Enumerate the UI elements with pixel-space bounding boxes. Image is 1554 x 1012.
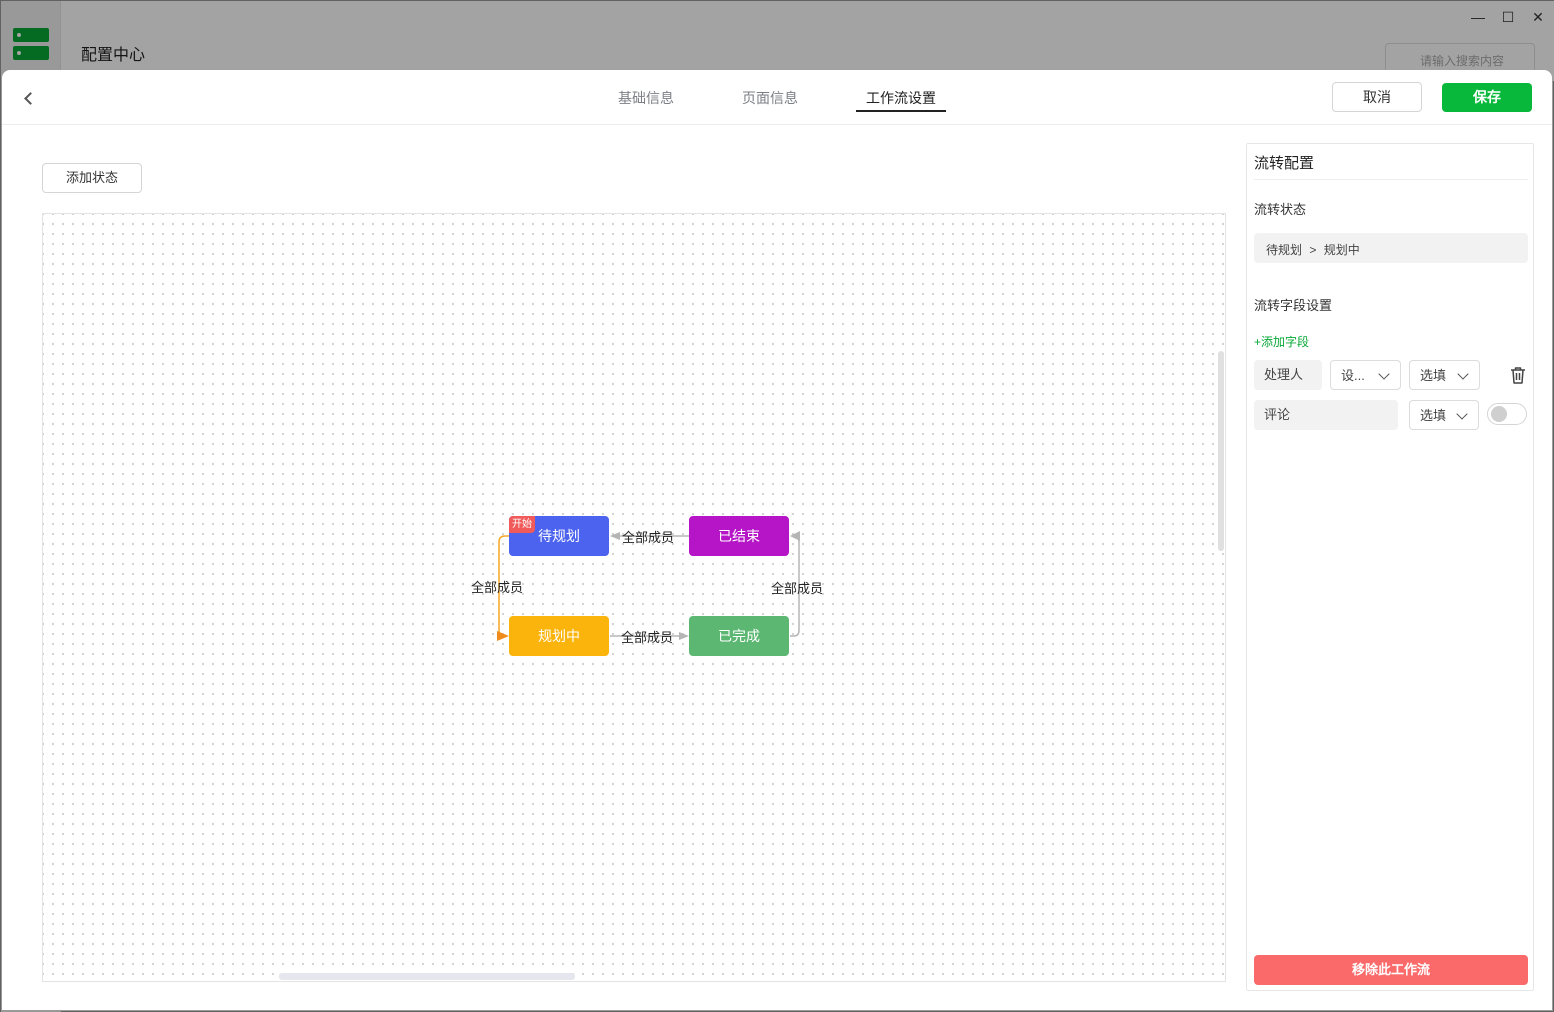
dialog-header: 基础信息 页面信息 工作流设置 取消 保存: [2, 70, 1552, 125]
field-settings-label: 流转字段设置: [1254, 298, 1333, 313]
field-required-value: 选填: [1420, 368, 1447, 383]
chevron-down-icon: [1457, 368, 1469, 380]
field-toggle-switch[interactable]: [1487, 403, 1527, 425]
field-required-select[interactable]: 选填: [1409, 400, 1479, 430]
transition-path: 待规划 > 规划中: [1254, 233, 1528, 263]
field-required-select[interactable]: 选填: [1409, 360, 1480, 390]
trash-icon[interactable]: [1510, 366, 1526, 384]
field-setting-select[interactable]: 设...: [1330, 360, 1401, 390]
canvas-horizontal-scrollbar[interactable]: [279, 973, 575, 980]
add-field-link[interactable]: +添加字段: [1254, 333, 1309, 350]
chevron-left-icon: [23, 91, 37, 105]
field-name-handler: 处理人: [1254, 360, 1322, 390]
edge-label-pending-to-planning[interactable]: 全部成员: [471, 577, 523, 596]
transition-state-label: 流转状态: [1254, 202, 1307, 217]
edge-label-planning-to-done[interactable]: 全部成员: [621, 627, 673, 646]
transition-separator: >: [1309, 243, 1317, 257]
state-node-ended[interactable]: 已结束: [689, 516, 789, 556]
state-node-done[interactable]: 已完成: [689, 616, 789, 656]
active-tab-indicator: [856, 110, 946, 112]
save-button[interactable]: 保存: [1442, 83, 1532, 112]
arrow-head: [790, 531, 800, 541]
chevron-down-icon: [1456, 408, 1468, 420]
edge-label-done-to-ended[interactable]: 全部成员: [771, 578, 823, 597]
arrow-head: [610, 532, 620, 540]
add-state-button[interactable]: 添加状态: [42, 163, 142, 193]
transition-config-panel: 流转配置 流转状态 待规划 > 规划中 流转字段设置 +添加字段 处理人 设..…: [1246, 143, 1534, 991]
toggle-knob: [1491, 406, 1507, 422]
remove-workflow-button[interactable]: 移除此工作流: [1254, 955, 1528, 985]
edge-label-ended-to-pending[interactable]: 全部成员: [622, 527, 674, 546]
transition-to: 规划中: [1323, 243, 1360, 257]
state-node-planning[interactable]: 规划中: [509, 616, 609, 656]
tab-page-info[interactable]: 页面信息: [732, 88, 808, 112]
workflow-settings-dialog: 基础信息 页面信息 工作流设置 取消 保存 添加状态 待规划 已结束 规划中 已…: [2, 70, 1552, 1010]
arrow-head: [679, 632, 689, 640]
divider: [1254, 179, 1528, 180]
field-name-comment: 评论: [1254, 400, 1398, 430]
workflow-edges: [497, 531, 800, 641]
field-setting-value: 设...: [1341, 368, 1365, 383]
workflow-canvas[interactable]: 待规划 已结束 规划中 已完成 开始 全部成员 全部成员 全部成员 全部成员: [42, 213, 1226, 982]
cancel-button[interactable]: 取消: [1332, 82, 1422, 112]
tab-workflow-settings[interactable]: 工作流设置: [856, 88, 946, 112]
start-badge: 开始: [509, 516, 535, 533]
arrow-head: [497, 631, 509, 641]
panel-title: 流转配置: [1254, 155, 1315, 172]
chevron-down-icon: [1378, 368, 1390, 380]
canvas-vertical-scrollbar[interactable]: [1218, 351, 1224, 551]
back-button[interactable]: [16, 86, 40, 110]
field-required-value: 选填: [1420, 408, 1447, 423]
transition-from: 待规划: [1266, 243, 1303, 257]
tab-basic-info[interactable]: 基础信息: [608, 88, 684, 112]
